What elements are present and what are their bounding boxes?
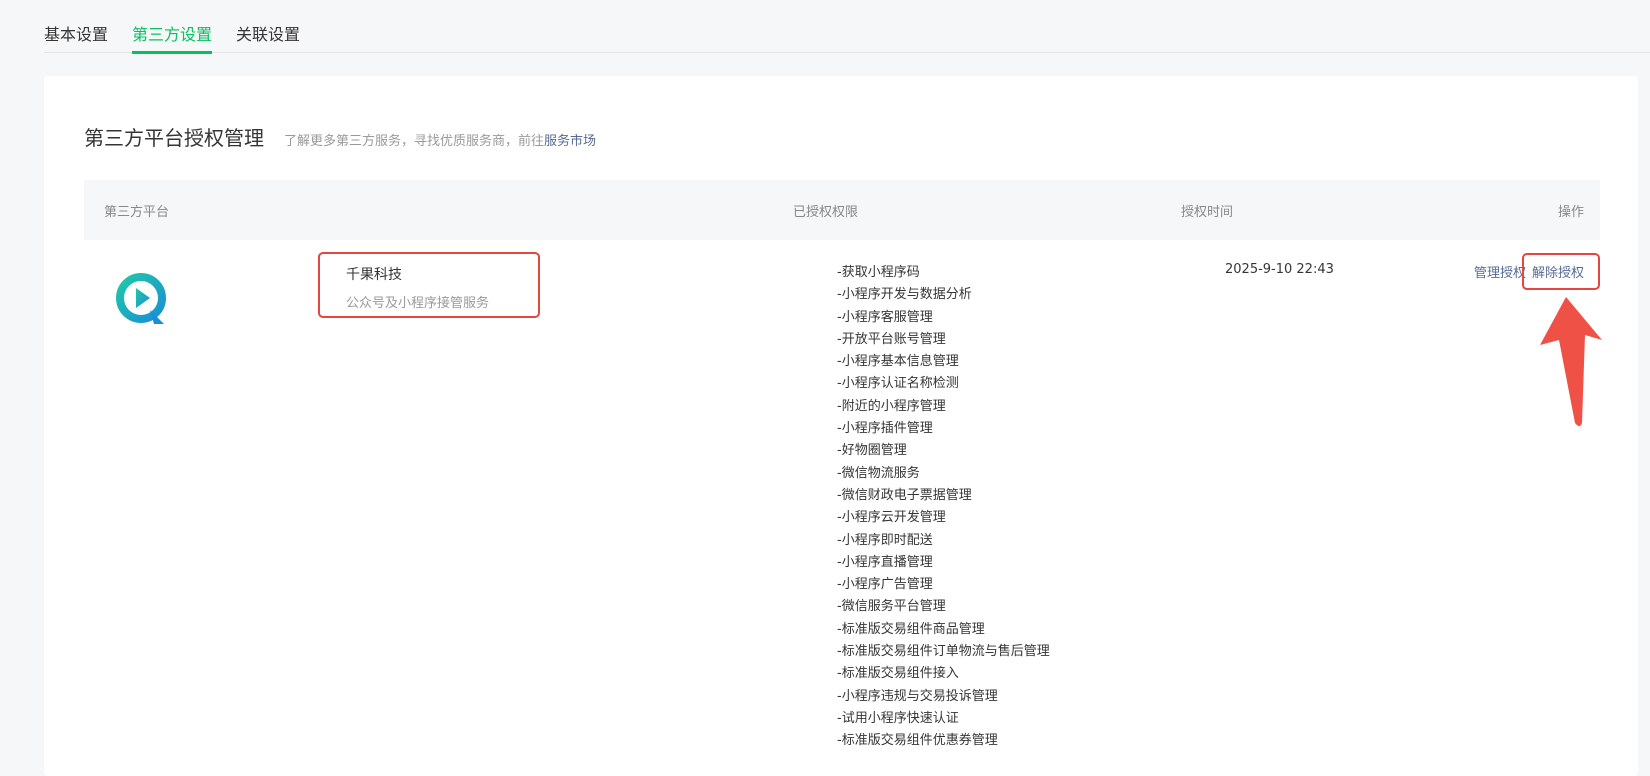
header-actions: 操作 [1557,205,1584,220]
permission-item: -微信服务平台管理 [837,599,946,615]
permission-item: -微信物流服务 [837,465,920,481]
permission-item: -小程序违规与交易投诉管理 [837,688,998,704]
permission-item: -小程序基本信息管理 [837,354,959,370]
auth-time: 2025-9-10 22:43 [1225,262,1334,277]
platform-info: 千果科技 公众号及小程序接管服务 [318,252,540,318]
header-permissions: 已授权权限 [793,205,859,220]
service-market-link[interactable]: 服务市场 [544,134,596,149]
section-subtitle: 了解更多第三方服务，寻找优质服务商，前往服务市场 [284,130,596,149]
permission-item: -获取小程序码 [837,265,920,280]
tab-basic-settings[interactable]: 基本设置 [44,22,108,53]
permission-list: -获取小程序码 -小程序开发与数据分析 -小程序客服管理 -开放平台账号管理 -小程序基… [837,262,1050,753]
permission-item: -小程序认证名称检测 [837,376,959,392]
permission-item: -小程序广告管理 [837,577,933,593]
tab-third-party-settings[interactable]: 第三方设置 [132,22,213,54]
header-platform: 第三方平台 [104,205,170,220]
permission-item: -微信财政电子票据管理 [837,487,972,503]
permission-item: -标准版交易组件商品管理 [837,621,985,637]
platform-name: 千果科技 [346,267,402,283]
permission-item: -小程序客服管理 [837,309,933,325]
annotation-highlight-box [1522,253,1600,290]
permission-item: -小程序开发与数据分析 [837,287,972,303]
settings-tabs: 基本设置 第三方设置 关联设置 [44,22,1650,54]
permission-item: -试用小程序快速认证 [837,710,959,726]
subtitle-text: 了解更多第三方服务，寻找优质服务商，前往 [284,134,545,149]
section-header: 第三方平台授权管理 了解更多第三方服务，寻找优质服务商，前往服务市场 [84,122,596,151]
platform-logo-icon [114,270,174,334]
tab-related-settings[interactable]: 关联设置 [236,22,300,53]
permission-item: -小程序插件管理 [837,421,933,437]
permission-item: -好物圈管理 [837,443,907,459]
permission-item: -小程序直播管理 [837,554,933,570]
permission-item: -标准版交易组件优惠券管理 [837,733,998,749]
permission-item: -标准版交易组件订单物流与售后管理 [837,644,1050,660]
annotation-arrow-icon [1540,297,1602,426]
platform-description: 公众号及小程序接管服务 [346,296,490,311]
header-auth-time: 授权时间 [1181,205,1234,220]
permission-item: -附近的小程序管理 [837,398,946,414]
permission-item: -标准版交易组件接入 [837,666,959,682]
permission-item: -小程序即时配送 [837,532,933,548]
table-header: 第三方平台 已授权权限 授权时间 操作 [84,180,1600,240]
page-title: 第三方平台授权管理 [84,126,264,150]
permission-item: -小程序云开发管理 [837,510,946,526]
manage-authorization-link[interactable]: 管理授权 [1474,262,1526,281]
third-party-card: 第三方平台授权管理 了解更多第三方服务，寻找优质服务商，前往服务市场 第三方平台… [44,76,1638,776]
permission-item: -开放平台账号管理 [837,331,946,347]
